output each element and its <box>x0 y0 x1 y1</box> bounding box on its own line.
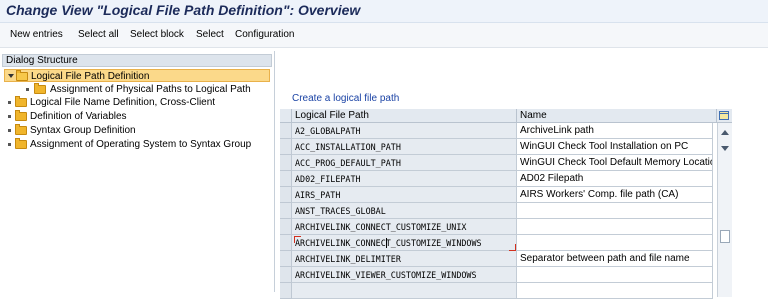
logical-file-path-cell[interactable] <box>292 283 517 299</box>
logical-file-path-cell[interactable]: ANST_TRACES_GLOBAL <box>292 203 517 219</box>
row-selector[interactable] <box>280 267 292 283</box>
new-entries-button[interactable]: New entries <box>10 29 63 40</box>
name-cell[interactable] <box>517 235 713 251</box>
logical-file-path-cell[interactable]: ARCHIVELINK_DELIMITER <box>292 251 517 267</box>
tree-node-label: Assignment of Physical Paths to Logical … <box>50 84 251 95</box>
logical-file-path-cell[interactable]: AIRS_PATH <box>292 187 517 203</box>
expand-arrow-icon[interactable] <box>8 74 14 78</box>
row-selector[interactable] <box>280 219 292 235</box>
name-cell[interactable]: WinGUI Check Tool Installation on PC <box>517 139 713 155</box>
application-toolbar: New entries Select all Select block Sele… <box>0 23 768 48</box>
tree-node-definition-of-variables[interactable]: Definition of Variables <box>4 110 270 123</box>
bullet-icon <box>8 101 11 104</box>
folder-icon <box>34 83 46 94</box>
row-selector[interactable] <box>280 155 292 171</box>
bullet-icon <box>8 143 11 146</box>
row-selector[interactable] <box>280 251 292 267</box>
logical-file-path-cell[interactable]: AD02_FILEPATH <box>292 171 517 187</box>
tree-node-label: Assignment of Operating System to Syntax… <box>30 139 252 150</box>
overview-panel: Create a logical file path Logical File … <box>276 51 768 299</box>
screen-title: Change View "Logical File Path Definitio… <box>6 2 361 18</box>
name-cell[interactable] <box>517 203 713 219</box>
select-all-button[interactable]: Select all <box>78 29 119 40</box>
column-header-name[interactable]: Name <box>517 109 717 123</box>
scroll-up-icon[interactable] <box>721 130 729 135</box>
focus-corner-marker <box>294 236 301 243</box>
name-cell[interactable]: AIRS Workers' Comp. file path (CA) <box>517 187 713 203</box>
row-selector[interactable] <box>280 235 292 251</box>
logical-file-path-cell[interactable]: ACC_INSTALLATION_PATH <box>292 139 517 155</box>
name-cell[interactable]: AD02 Filepath <box>517 171 713 187</box>
logical-file-path-cell[interactable]: ARCHIVELINK_CONNECT_CUSTOMIZE_UNIX <box>292 219 517 235</box>
name-cell[interactable]: ArchiveLink path <box>517 123 713 139</box>
vertical-scrollbar[interactable] <box>717 123 732 297</box>
table-settings-icon <box>719 111 729 120</box>
tree-node-os-syntax-group[interactable]: Assignment of Operating System to Syntax… <box>4 138 270 151</box>
tree-node-label: Logical File Path Definition <box>31 71 150 82</box>
folder-icon <box>15 124 27 135</box>
title-bar: Change View "Logical File Path Definitio… <box>0 0 768 23</box>
tree-node-logical-file-path-definition[interactable]: Logical File Path Definition <box>4 69 270 82</box>
folder-open-icon <box>16 70 28 81</box>
folder-icon <box>15 96 27 107</box>
create-logical-file-path-link[interactable]: Create a logical file path <box>292 93 399 104</box>
column-header-logical-file-path[interactable]: Logical File Path <box>292 109 517 123</box>
name-cell[interactable]: WinGUI Check Tool Default Memory Locatio… <box>517 155 713 171</box>
logical-file-path-cell[interactable]: ARCHIVELINK_CONNECT_CUSTOMIZE_WINDOWS <box>292 235 517 251</box>
folder-icon <box>15 110 27 121</box>
logical-file-path-cell[interactable]: A2_GLOBALPATH <box>292 123 517 139</box>
name-cell[interactable]: Separator between path and file name <box>517 251 713 267</box>
tree-node-label: Syntax Group Definition <box>30 125 136 136</box>
bullet-icon <box>8 115 11 118</box>
name-cell[interactable] <box>517 219 713 235</box>
tree-node-label: Logical File Name Definition, Cross-Clie… <box>30 97 216 108</box>
logical-file-path-cell[interactable]: ACC_PROG_DEFAULT_PATH <box>292 155 517 171</box>
scroll-thumb[interactable] <box>720 230 730 243</box>
name-cell[interactable] <box>517 267 713 283</box>
configuration-button[interactable]: Configuration <box>235 29 294 40</box>
row-selector[interactable] <box>280 123 292 139</box>
name-cell[interactable] <box>517 283 713 299</box>
text-cursor <box>386 238 387 248</box>
select-button[interactable]: Select <box>196 29 224 40</box>
scroll-down-icon[interactable] <box>721 146 729 151</box>
tree-node-assignment-physical-paths[interactable]: Assignment of Physical Paths to Logical … <box>4 83 270 96</box>
row-selector[interactable] <box>280 283 292 299</box>
tree-node-logical-file-name-definition[interactable]: Logical File Name Definition, Cross-Clie… <box>4 96 270 109</box>
row-selector[interactable] <box>280 139 292 155</box>
row-selector[interactable] <box>280 187 292 203</box>
bullet-icon <box>26 88 29 91</box>
column-settings-button[interactable] <box>717 109 732 123</box>
dialog-structure-header: Dialog Structure <box>2 54 272 67</box>
folder-icon <box>15 138 27 149</box>
select-all-rows-cell[interactable] <box>280 109 292 123</box>
focus-corner-marker <box>509 244 516 251</box>
logical-file-path-cell[interactable]: ARCHIVELINK_VIEWER_CUSTOMIZE_WINDOWS <box>292 267 517 283</box>
select-block-button[interactable]: Select block <box>130 29 184 40</box>
tree-node-label: Definition of Variables <box>30 111 127 122</box>
bullet-icon <box>8 129 11 132</box>
dialog-structure-panel: Dialog Structure Logical File Path Defin… <box>0 51 275 292</box>
tree-node-syntax-group-definition[interactable]: Syntax Group Definition <box>4 124 270 137</box>
row-selector[interactable] <box>280 171 292 187</box>
row-selector[interactable] <box>280 203 292 219</box>
